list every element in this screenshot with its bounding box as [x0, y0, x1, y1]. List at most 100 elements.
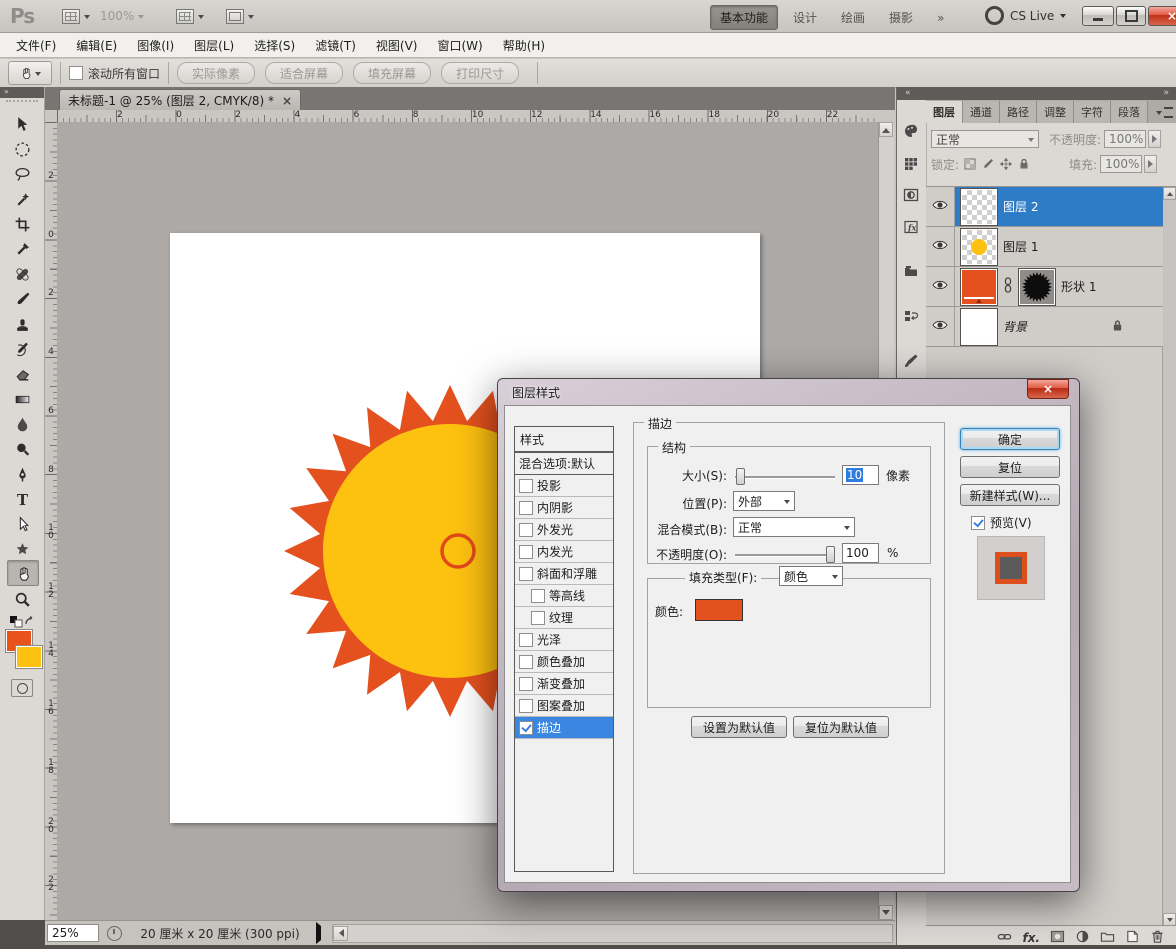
- layer-main[interactable]: 图层 1: [955, 227, 1163, 266]
- lock-pixels-icon[interactable]: [981, 157, 995, 171]
- scroll-all-windows-checkbox[interactable]: [69, 66, 83, 80]
- stroke-size-slider-track[interactable]: [735, 476, 835, 479]
- workspace-button[interactable]: 绘画: [832, 6, 874, 29]
- toolbox-grip[interactable]: [6, 100, 38, 107]
- collapse-strip-icon[interactable]: «: [905, 87, 911, 99]
- stroke-opacity-input[interactable]: 100: [842, 543, 879, 563]
- crop-tool[interactable]: [7, 212, 37, 236]
- delete-layer-icon[interactable]: [1150, 929, 1165, 947]
- color-panel-icon[interactable]: [900, 120, 922, 142]
- adjustments-panel-icon[interactable]: [900, 184, 922, 206]
- swap-colors-control[interactable]: [8, 614, 36, 628]
- style-item-checkbox[interactable]: [519, 677, 533, 691]
- view-button[interactable]: 实际像素: [177, 62, 255, 84]
- brush-panel-icon[interactable]: [900, 350, 922, 372]
- preview-option[interactable]: 预览(V): [971, 514, 1032, 531]
- scroll-up-button[interactable]: [879, 122, 893, 137]
- clone-stamp-tool[interactable]: [7, 312, 37, 336]
- layer-thumbnail[interactable]: [961, 189, 997, 225]
- dialog-close-button[interactable]: ×: [1027, 379, 1069, 399]
- history-brush-tool[interactable]: [7, 337, 37, 361]
- style-item-checkbox[interactable]: [519, 699, 533, 713]
- panel-menu-button[interactable]: [1151, 101, 1176, 123]
- panel-tab-other[interactable]: 段落: [1111, 101, 1148, 123]
- make-default-button[interactable]: 设置为默认值: [691, 716, 787, 738]
- blend-mode-select[interactable]: 正常: [931, 130, 1039, 148]
- lock-transparency-icon[interactable]: [963, 157, 977, 171]
- menu-item[interactable]: 滤镜(T): [305, 33, 366, 58]
- style-item-checkbox[interactable]: [531, 611, 545, 625]
- layer-visibility-toggle[interactable]: [932, 199, 948, 214]
- new-adjustment-layer-icon[interactable]: [1075, 929, 1090, 947]
- style-item-checkbox[interactable]: [519, 501, 533, 515]
- type-tool[interactable]: T: [7, 487, 37, 511]
- tool-preset-picker[interactable]: [8, 61, 52, 85]
- new-group-icon[interactable]: [1100, 929, 1115, 947]
- workspace-button[interactable]: 摄影: [880, 6, 922, 29]
- stroke-blend-mode-select[interactable]: 正常: [733, 517, 855, 537]
- stroke-color-swatch[interactable]: [695, 599, 743, 621]
- style-item-row[interactable]: 颜色叠加: [515, 651, 613, 673]
- style-item-row[interactable]: 斜面和浮雕: [515, 563, 613, 585]
- toolbox-collapse-button[interactable]: »: [0, 87, 44, 98]
- menu-item[interactable]: 图层(L): [184, 33, 244, 58]
- scroll-all-windows-option[interactable]: 滚动所有窗口: [69, 65, 160, 82]
- layer-main[interactable]: 背景: [955, 307, 1163, 346]
- view-extras-button[interactable]: [62, 8, 90, 24]
- ok-button[interactable]: 确定: [960, 428, 1060, 450]
- collapse-dock-icon[interactable]: »: [1163, 87, 1169, 99]
- fill-field[interactable]: 100%: [1100, 155, 1142, 173]
- layer-visibility-toggle[interactable]: [932, 319, 948, 334]
- new-layer-icon[interactable]: [1125, 929, 1140, 947]
- add-layer-mask-icon[interactable]: [1050, 929, 1065, 947]
- status-options-arrow[interactable]: [316, 926, 322, 940]
- layer-style-icon[interactable]: fx.: [1022, 931, 1040, 945]
- layer-thumbnail[interactable]: [961, 229, 997, 265]
- arrange-documents-button[interactable]: [176, 8, 204, 24]
- scroll-left-button[interactable]: [333, 926, 348, 941]
- zoom-tool[interactable]: [7, 587, 37, 611]
- menu-item[interactable]: 视图(V): [366, 33, 428, 58]
- eyedropper-tool[interactable]: [7, 237, 37, 261]
- lock-all-icon[interactable]: [1017, 157, 1031, 171]
- layer-row[interactable]: 图层 2: [926, 187, 1163, 227]
- lasso-tool[interactable]: [7, 162, 37, 186]
- move-tool[interactable]: [7, 112, 37, 136]
- path-selection-tool[interactable]: [7, 512, 37, 536]
- scroll-down-button[interactable]: [879, 905, 893, 920]
- layer-scroll-up[interactable]: [1163, 187, 1176, 200]
- stroke-size-slider-thumb[interactable]: [736, 468, 745, 485]
- style-item-row[interactable]: 纹理: [515, 607, 613, 629]
- style-item-row[interactable]: 光泽: [515, 629, 613, 651]
- menu-item[interactable]: 窗口(W): [427, 33, 492, 58]
- view-button[interactable]: 适合屏幕: [265, 62, 343, 84]
- layer-visibility-toggle[interactable]: [932, 239, 948, 254]
- style-item-row[interactable]: 渐变叠加: [515, 673, 613, 695]
- style-item-checkbox[interactable]: [531, 589, 545, 603]
- style-item-checkbox[interactable]: [519, 721, 533, 735]
- close-button[interactable]: ×: [1148, 6, 1176, 26]
- layer-list-scrollbar[interactable]: [1162, 187, 1176, 926]
- blur-tool[interactable]: [7, 412, 37, 436]
- document-tab[interactable]: 未标题-1 @ 25% (图层 2, CMYK/8) * ×: [59, 89, 301, 111]
- stroke-opacity-slider-thumb[interactable]: [826, 546, 835, 563]
- layer-thumbnail[interactable]: [961, 309, 997, 345]
- link-layers-icon[interactable]: [997, 929, 1012, 947]
- layer-row[interactable]: 形状 1: [926, 267, 1163, 307]
- workspace-more-button[interactable]: »: [928, 8, 953, 28]
- stroke-opacity-slider-track[interactable]: [735, 554, 835, 557]
- maximize-button[interactable]: [1116, 6, 1146, 26]
- panel-tab-other[interactable]: 调整: [1037, 101, 1074, 123]
- pen-tool[interactable]: [7, 462, 37, 486]
- custom-shape-tool[interactable]: [7, 537, 37, 561]
- layer-row[interactable]: 图层 1: [926, 227, 1163, 267]
- fill-type-select[interactable]: 颜色: [779, 566, 843, 586]
- style-item-checkbox[interactable]: [519, 479, 533, 493]
- menu-item[interactable]: 编辑(E): [66, 33, 127, 58]
- fill-arrow-button[interactable]: [1144, 155, 1157, 173]
- gradient-tool[interactable]: [7, 387, 37, 411]
- style-item-checkbox[interactable]: [519, 655, 533, 669]
- view-button[interactable]: 打印尺寸: [441, 62, 519, 84]
- layer-visibility-toggle[interactable]: [932, 279, 948, 294]
- new-style-button[interactable]: 新建样式(W)...: [960, 484, 1060, 506]
